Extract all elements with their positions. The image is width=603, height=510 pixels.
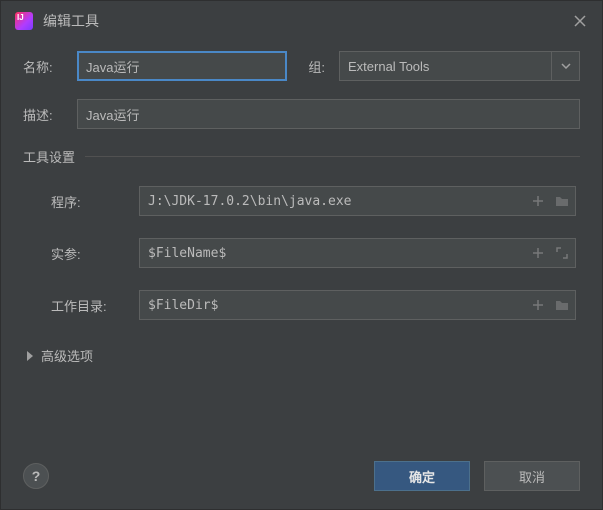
close-icon[interactable] [572, 13, 588, 29]
help-button[interactable]: ? [23, 463, 49, 489]
working-dir-input[interactable] [139, 290, 576, 320]
working-dir-label: 工作目录: [51, 296, 129, 315]
program-label: 程序: [51, 192, 129, 211]
dialog-title: 编辑工具 [43, 11, 562, 31]
insert-macro-icon[interactable] [530, 193, 546, 209]
title-bar: 编辑工具 [1, 1, 602, 41]
intellij-icon [15, 12, 33, 30]
browse-folder-icon[interactable] [554, 297, 570, 313]
advanced-options-expander[interactable]: 高级选项 [27, 346, 580, 365]
group-combo-value: External Tools [339, 51, 552, 81]
arguments-row: 实参: [51, 238, 576, 268]
description-row: 描述: [23, 99, 580, 129]
advanced-options-label: 高级选项 [41, 346, 93, 365]
tool-settings-section: 程序: 实参: [23, 186, 580, 342]
dialog-content: 名称: 组: External Tools 描述: 工具设置 程序: [1, 41, 602, 447]
ok-button[interactable]: 确定 [374, 461, 470, 491]
tool-settings-header: 工具设置 [23, 147, 580, 166]
dialog-footer: ? 确定 取消 [1, 447, 602, 509]
group-combo-dropdown[interactable] [552, 51, 580, 81]
description-input[interactable] [77, 99, 580, 129]
insert-macro-icon[interactable] [530, 245, 546, 261]
cancel-button[interactable]: 取消 [484, 461, 580, 491]
browse-folder-icon[interactable] [554, 193, 570, 209]
edit-tool-dialog: 编辑工具 名称: 组: External Tools 描述: 工具设置 [0, 0, 603, 510]
group-label: 组: [301, 57, 325, 76]
name-label: 名称: [23, 57, 63, 76]
arguments-input[interactable] [139, 238, 576, 268]
insert-macro-icon[interactable] [530, 297, 546, 313]
program-row: 程序: [51, 186, 576, 216]
divider [85, 156, 580, 157]
name-group-row: 名称: 组: External Tools [23, 51, 580, 81]
arguments-label: 实参: [51, 244, 129, 263]
working-dir-row: 工作目录: [51, 290, 576, 320]
name-input[interactable] [77, 51, 287, 81]
tool-settings-label: 工具设置 [23, 147, 75, 166]
chevron-right-icon [27, 351, 33, 361]
group-combo[interactable]: External Tools [339, 51, 580, 81]
expand-icon[interactable] [554, 245, 570, 261]
description-label: 描述: [23, 105, 63, 124]
program-input[interactable] [139, 186, 576, 216]
